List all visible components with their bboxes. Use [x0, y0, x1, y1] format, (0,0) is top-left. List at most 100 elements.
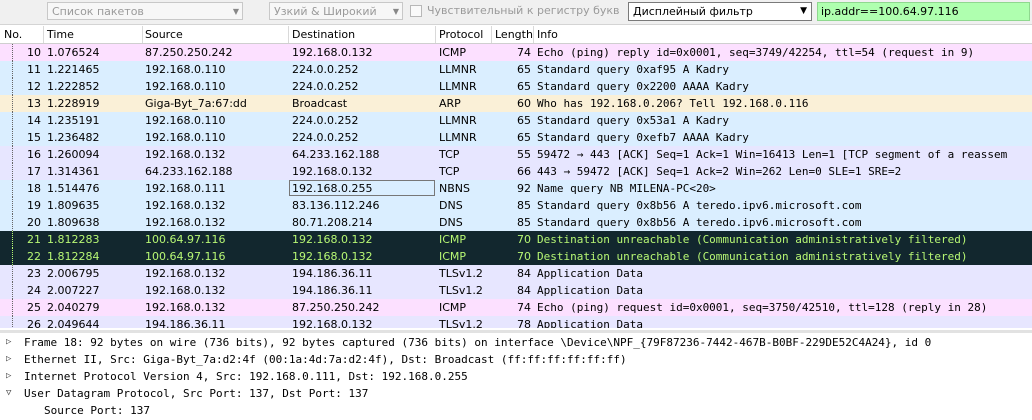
packet-length: 74 — [517, 301, 531, 314]
column-divider[interactable] — [435, 26, 436, 43]
packet-destination: 192.168.0.132 — [292, 250, 373, 263]
packet-list-combo[interactable]: Список пакетов ▼ — [47, 2, 243, 20]
packet-time: 1.222852 — [47, 80, 100, 93]
packet-destination: 87.250.250.242 — [292, 301, 380, 314]
packet-row[interactable]: 12 1.222852 192.168.0.110 224.0.0.252 LLMNR 6… — [0, 78, 1032, 95]
detail-tree-item[interactable]: ▷ Frame 18: 92 bytes on wire (736 bits), … — [0, 334, 1032, 351]
packet-source: 64.233.162.188 — [145, 165, 233, 178]
packet-source: 192.168.0.110 — [145, 131, 226, 144]
packet-info: Echo (ping) request id=0x0001, seq=3750/… — [537, 301, 988, 314]
packet-length: 85 — [517, 216, 531, 229]
packet-no: 23 — [27, 267, 41, 280]
packet-protocol: LLMNR — [439, 80, 477, 93]
packet-length: 84 — [517, 284, 531, 297]
packet-info: Standard query 0x8b56 A teredo.ipv6.micr… — [537, 199, 862, 212]
column-header-length[interactable]: Length — [495, 28, 533, 41]
detail-tree-item[interactable]: Source Port: 137 — [0, 402, 1032, 419]
packet-row[interactable]: 10 1.076524 87.250.250.242 192.168.0.132 ICM… — [0, 44, 1032, 61]
packet-length: 65 — [517, 131, 531, 144]
packet-info: Destination unreachable (Communication a… — [537, 250, 968, 263]
filter-type-select[interactable]: Дисплейный фильтр ▼ — [628, 2, 812, 21]
collapsed-triangle-icon[interactable]: ▷ — [6, 351, 11, 368]
packet-source: 194.186.36.11 — [145, 318, 226, 328]
packet-time: 1.809635 — [47, 199, 100, 212]
packet-row[interactable]: 17 1.314361 64.233.162.188 192.168.0.132 TCP… — [0, 163, 1032, 180]
packet-length: 65 — [517, 80, 531, 93]
detail-tree-label: Ethernet II, Src: Giga-Byt_7a:d2:4f (00:… — [24, 353, 627, 366]
packet-length: 66 — [517, 165, 531, 178]
packet-destination: 192.168.0.132 — [292, 318, 373, 328]
packet-row[interactable]: 11 1.221465 192.168.0.110 224.0.0.252 LLMNR 6… — [0, 61, 1032, 78]
packet-info: 443 → 59472 [ACK] Seq=1 Ack=2 Win=262 Le… — [537, 165, 902, 178]
packet-row[interactable]: 24 2.007227 192.168.0.132 194.186.36.11 TLSv… — [0, 282, 1032, 299]
packet-list-combo-label: Список пакетов — [52, 5, 144, 18]
column-divider[interactable] — [288, 26, 289, 43]
packet-no: 13 — [27, 97, 41, 110]
packet-destination: 194.186.36.11 — [292, 267, 373, 280]
column-divider[interactable] — [491, 26, 492, 43]
packet-no: 16 — [27, 148, 41, 161]
packet-destination: 224.0.0.252 — [292, 63, 359, 76]
column-header-protocol[interactable]: Protocol — [439, 28, 483, 41]
column-header-info[interactable]: Info — [537, 28, 558, 41]
packet-row[interactable]: 20 1.809638 192.168.0.132 80.71.208.214 DNS 8… — [0, 214, 1032, 231]
detail-tree-label: Internet Protocol Version 4, Src: 192.16… — [24, 370, 468, 383]
width-combo-label: Узкий & Широкий — [274, 5, 377, 18]
packet-no: 21 — [27, 233, 41, 246]
packet-row[interactable]: 22 1.812284 100.64.97.116 192.168.0.132 ICMP… — [0, 248, 1032, 265]
packet-source: 192.168.0.132 — [145, 148, 226, 161]
packet-source: 192.168.0.110 — [145, 63, 226, 76]
collapsed-triangle-icon[interactable]: ▷ — [6, 334, 11, 351]
packet-list[interactable]: 10 1.076524 87.250.250.242 192.168.0.132 ICM… — [0, 44, 1032, 328]
packet-length: 92 — [517, 182, 531, 195]
column-header-time[interactable]: Time — [47, 28, 74, 41]
packet-protocol: ARP — [439, 97, 461, 110]
detail-tree-item[interactable]: ▽ User Datagram Protocol, Src Port: 137, … — [0, 385, 1032, 402]
column-divider[interactable] — [43, 26, 44, 43]
packet-no: 22 — [27, 250, 41, 263]
packet-details-pane[interactable]: ▷ Frame 18: 92 bytes on wire (736 bits), … — [0, 330, 1032, 420]
packet-protocol: LLMNR — [439, 63, 477, 76]
packet-no: 11 — [27, 63, 41, 76]
packet-row[interactable]: 14 1.235191 192.168.0.110 224.0.0.252 LLMNR 6… — [0, 112, 1032, 129]
packet-row[interactable]: 26 2.049644 194.186.36.11 192.168.0.132 TLSv… — [0, 316, 1032, 328]
case-sensitive-label: Чувствительный к регистру букв — [427, 4, 620, 17]
detail-tree-item[interactable]: ▷ Ethernet II, Src: Giga-Byt_7a:d2:4f (00… — [0, 351, 1032, 368]
expanded-triangle-icon[interactable]: ▽ — [6, 385, 11, 402]
packet-length: 78 — [517, 318, 531, 328]
packet-destination: 64.233.162.188 — [292, 148, 380, 161]
packet-row[interactable]: 16 1.260094 192.168.0.132 64.233.162.188 TCP… — [0, 146, 1032, 163]
packet-time: 1.314361 — [47, 165, 100, 178]
packet-source: 100.64.97.116 — [145, 250, 226, 263]
packet-no: 12 — [27, 80, 41, 93]
packet-info: Name query NB MILENA-PC<20> — [537, 182, 716, 195]
column-divider[interactable] — [142, 26, 143, 43]
detail-tree-item[interactable]: ▷ Internet Protocol Version 4, Src: 192.1… — [0, 368, 1032, 385]
packet-row[interactable]: 23 2.006795 192.168.0.132 194.186.36.11 TLSv… — [0, 265, 1032, 282]
column-header-no[interactable]: No. — [4, 28, 22, 41]
packet-row[interactable]: 25 2.040279 192.168.0.132 87.250.250.242 ICM… — [0, 299, 1032, 316]
packet-info: Echo (ping) reply id=0x0001, seq=3749/42… — [537, 46, 975, 59]
packet-source: 192.168.0.132 — [145, 284, 226, 297]
packet-row[interactable]: 18 1.514476 192.168.0.111 192.168.0.255 NBNS… — [0, 180, 1032, 197]
packet-no: 14 — [27, 114, 41, 127]
packet-destination: 224.0.0.252 — [292, 80, 359, 93]
width-combo[interactable]: Узкий & Широкий ▼ — [269, 2, 403, 20]
chevron-down-icon: ▼ — [232, 7, 239, 16]
packet-no: 18 — [27, 182, 41, 195]
column-divider[interactable] — [533, 26, 534, 43]
packet-destination: 224.0.0.252 — [292, 131, 359, 144]
column-header-source[interactable]: Source — [145, 28, 183, 41]
packet-protocol: LLMNR — [439, 114, 477, 127]
packet-row[interactable]: 21 1.812283 100.64.97.116 192.168.0.132 ICMP… — [0, 231, 1032, 248]
packet-row[interactable]: 19 1.809635 192.168.0.132 83.136.112.246 DNS… — [0, 197, 1032, 214]
collapsed-triangle-icon[interactable]: ▷ — [6, 368, 11, 385]
column-header-destination[interactable]: Destination — [292, 28, 355, 41]
packet-row[interactable]: 13 1.228919 Giga-Byt_7a:67:dd Broadcast ARP 6… — [0, 95, 1032, 112]
packet-time: 1.514476 — [47, 182, 100, 195]
packet-destination: 194.186.36.11 — [292, 284, 373, 297]
case-sensitive-checkbox[interactable] — [410, 5, 422, 17]
packet-protocol: ICMP — [439, 301, 467, 314]
packet-row[interactable]: 15 1.236482 192.168.0.110 224.0.0.252 LLMNR 6… — [0, 129, 1032, 146]
display-filter-input[interactable]: ip.addr==100.64.97.116 — [817, 2, 1030, 21]
